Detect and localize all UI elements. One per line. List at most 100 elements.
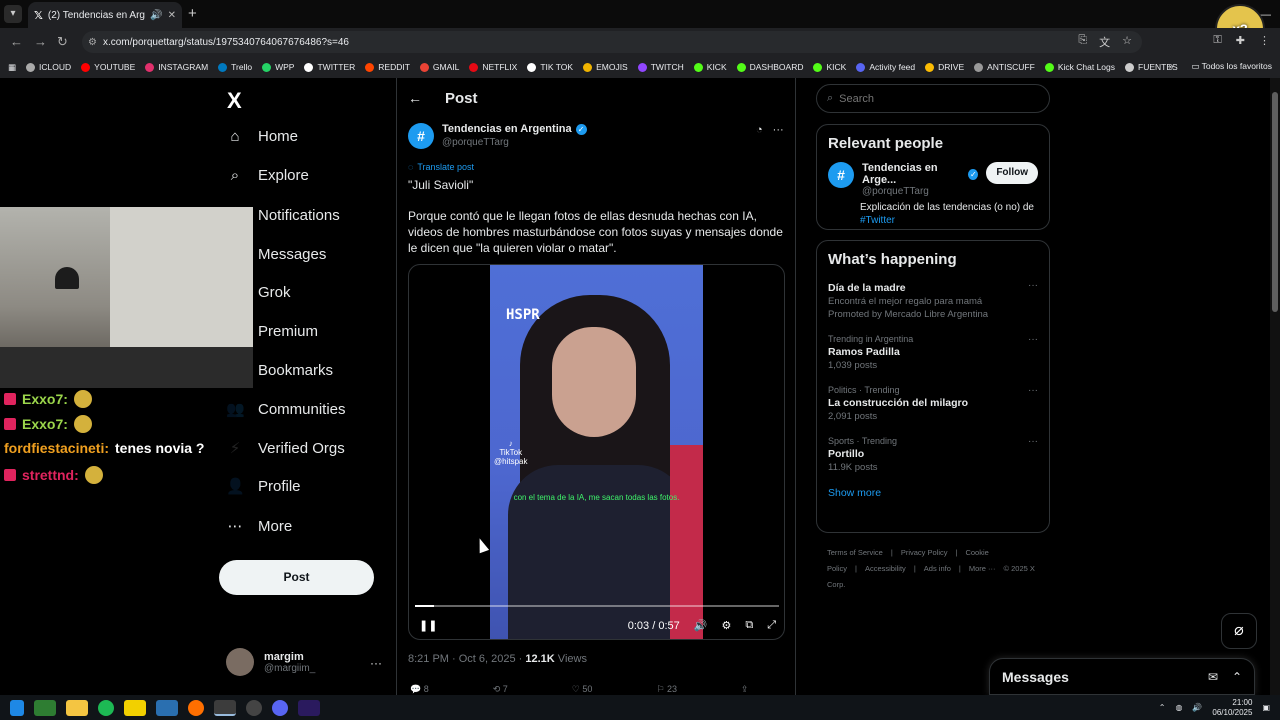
puzzle-icon[interactable]: ✚ — [1236, 34, 1245, 47]
taskbar-clock[interactable]: 21:00 06/10/2025 — [1212, 698, 1252, 718]
footer-link[interactable]: Accessibility — [865, 564, 906, 573]
install-icon[interactable]: ⎘ — [1078, 34, 1087, 50]
reload-icon[interactable]: ↻ — [57, 34, 68, 50]
menu-kebab-icon[interactable]: ⋮ — [1259, 34, 1270, 47]
bookmark-item[interactable]: WPP — [262, 62, 294, 72]
all-favorites-folder[interactable]: ▭ Todos los favoritos — [1191, 61, 1272, 72]
kick-app-icon[interactable] — [34, 699, 56, 716]
grok-explain-icon[interactable]: ◔ — [756, 124, 763, 136]
back-arrow-icon[interactable]: ← — [408, 90, 422, 106]
relevant-person-name[interactable]: Tendencias en Arge... — [862, 162, 964, 186]
scrollbar-thumb[interactable] — [1272, 92, 1278, 312]
footer-link[interactable]: More ··· — [969, 564, 996, 573]
premiere-icon[interactable] — [298, 699, 320, 716]
post-timestamp[interactable]: 8:21 PM · Oct 6, 2025 · — [408, 653, 525, 665]
bookmark-item[interactable]: TWITCH — [637, 62, 684, 72]
speaker-icon[interactable]: 🔊 — [150, 10, 162, 21]
pause-icon[interactable]: ❚❚ — [419, 619, 437, 632]
share-icon[interactable]: ⇪ — [741, 684, 749, 695]
like-button[interactable]: ♡ 50 — [572, 684, 593, 695]
bookmark-item[interactable]: Trello — [218, 62, 252, 72]
trend-item[interactable]: Trending in Argentina Ramos Padilla 1,039 … — [817, 328, 1049, 379]
nav-item-explore[interactable]: ⌕ Explore — [226, 167, 309, 184]
relevant-person-handle[interactable]: @porqueTTarg — [862, 186, 978, 197]
star-icon[interactable]: ☆ — [1122, 34, 1132, 50]
tray-chevron-icon[interactable]: ⌃ — [1159, 703, 1166, 712]
volume-icon[interactable]: 🔊 — [694, 619, 708, 632]
author-avatar[interactable]: # — [408, 123, 434, 149]
bookmark-item[interactable]: EMOJIS — [583, 62, 628, 72]
account-switcher[interactable]: margim @margiim_ — [226, 648, 315, 676]
bookmark-item[interactable]: REDDIT — [365, 62, 410, 72]
bookmark-item[interactable]: TWITTER — [304, 62, 355, 72]
settings-gear-icon[interactable]: ⚙ — [721, 619, 731, 632]
bookmark-item[interactable]: NETFLIX — [469, 62, 517, 72]
trend-more-icon[interactable]: ··· — [1028, 385, 1038, 396]
close-tab-icon[interactable]: ✕ — [168, 10, 176, 21]
follow-button[interactable]: Follow — [986, 162, 1038, 184]
repost-button[interactable]: ⟲ 7 — [493, 684, 508, 695]
bookmark-item[interactable]: KICK — [813, 62, 846, 72]
chrome-icon[interactable] — [214, 699, 236, 716]
nav-item-more[interactable]: ⋯ More — [226, 517, 293, 536]
video-progress-bar[interactable] — [415, 605, 779, 607]
apps-grid-icon[interactable]: ▦ — [8, 62, 16, 73]
sticky-notes-icon[interactable] — [124, 699, 146, 716]
author-name[interactable]: Tendencias en Argentina — [442, 123, 572, 135]
author-handle[interactable]: @porqueTTarg — [442, 137, 587, 148]
bookmark-item[interactable]: YOUTUBE — [81, 62, 135, 72]
messages-drawer[interactable]: Messages ✉ ⌃ — [989, 658, 1255, 695]
network-icon[interactable]: ◍ — [1175, 703, 1182, 712]
spotify-icon[interactable] — [98, 699, 114, 716]
address-bar[interactable]: ⚙ x.com/porquettarg/status/1975340764067… — [82, 31, 1142, 53]
bookmark-item[interactable]: ICLOUD — [26, 62, 71, 72]
search-box[interactable]: ⌕ — [816, 84, 1050, 113]
bookmark-item[interactable]: DRIVE — [925, 62, 964, 72]
bio-hashtag-link[interactable]: #Twitter — [860, 215, 895, 226]
trend-more-icon[interactable]: ··· — [1028, 436, 1038, 447]
account-more-icon[interactable]: ··· — [370, 656, 382, 670]
x-logo[interactable]: X — [227, 88, 242, 114]
tab-search-button[interactable]: ▾ — [4, 5, 22, 23]
post-author[interactable]: # Tendencias en Argentina ✓ @porqueTTarg — [408, 123, 587, 149]
notification-icon[interactable]: ▣ — [1262, 703, 1270, 712]
bookmark-item[interactable]: Kick Chat Logs — [1044, 62, 1115, 72]
windows-start-icon[interactable] — [10, 699, 24, 716]
translate-icon[interactable]: 文 — [1099, 34, 1110, 50]
forward-arrow-icon[interactable]: → — [34, 34, 47, 49]
grok-float-icon[interactable]: ⌀ — [1221, 613, 1257, 649]
post-compose-button[interactable]: Post — [219, 560, 374, 595]
bookmark-item[interactable]: KICK — [693, 62, 727, 72]
browser-tab-active[interactable]: 𝕏 (2) Tendencias en Argentina 🔊 ✕ — [28, 2, 182, 28]
back-arrow-icon[interactable]: ← — [10, 34, 23, 49]
bookmark-item[interactable]: INSTAGRAM — [145, 62, 208, 72]
site-info-icon[interactable]: ⚙ — [88, 37, 97, 48]
more-options-icon[interactable]: ··· — [773, 124, 784, 136]
nav-item-home[interactable]: ⌂ Home — [226, 128, 298, 145]
bookmark-item[interactable]: TIK TOK — [527, 62, 573, 72]
video-player[interactable]: HSPR ♪ TikTok @hitspak con el tema de la… — [408, 264, 785, 640]
bookmarks-more-button[interactable]: » — [1169, 61, 1174, 72]
obs-icon[interactable] — [246, 699, 262, 716]
volume-icon[interactable]: 🔊 — [1192, 703, 1202, 712]
bookmark-item[interactable]: GMAIL — [419, 62, 459, 72]
steam-icon[interactable] — [156, 699, 178, 716]
bookmark-item[interactable]: ANTISCUFF — [974, 62, 1035, 72]
discord-icon[interactable] — [272, 699, 288, 716]
page-scrollbar[interactable] — [1270, 78, 1280, 695]
reply-button[interactable]: 💬 8 — [410, 684, 429, 695]
translate-post-link[interactable]: ◌ Translate post — [408, 162, 474, 172]
footer-link[interactable]: Privacy Policy — [901, 548, 948, 557]
search-input[interactable] — [839, 92, 1030, 105]
show-more-link[interactable]: Show more — [817, 481, 1049, 511]
footer-link[interactable]: Ads info — [924, 564, 951, 573]
trend-more-icon[interactable]: ··· — [1028, 334, 1038, 345]
relevant-person-avatar[interactable]: # — [828, 162, 854, 188]
trend-item[interactable]: Politics · Trending La construcción del m… — [817, 379, 1049, 430]
footer-link[interactable]: Terms of Service — [827, 548, 883, 557]
new-tab-button[interactable]: + — [188, 5, 197, 22]
bookmark-button[interactable]: ⚐ 23 — [656, 684, 677, 695]
fullscreen-icon[interactable]: ⤢ — [767, 619, 776, 632]
file-explorer-icon[interactable] — [66, 699, 88, 716]
trend-more-icon[interactable]: ··· — [1028, 280, 1038, 291]
